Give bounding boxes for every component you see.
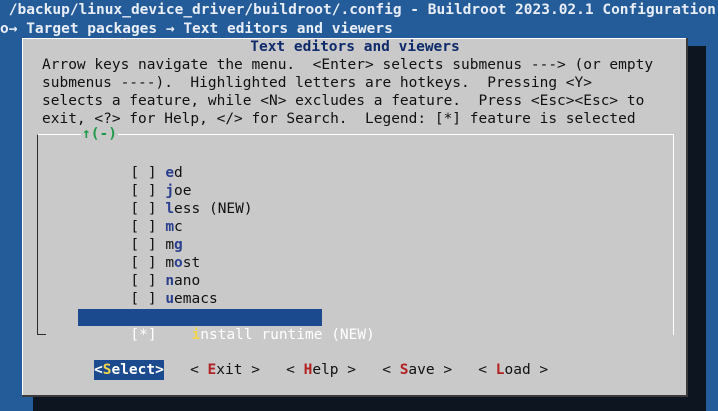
help-button[interactable]: < Help > <box>286 360 356 380</box>
menuconfig-dialog: Text editors and viewers Arrow keys navi… <box>22 38 688 397</box>
item-label-prefix <box>165 327 191 343</box>
help-text: Arrow keys navigate the menu. <Enter> se… <box>42 56 682 128</box>
load-button[interactable]: < Load > <box>478 360 548 380</box>
dialog-shadow-right <box>688 46 706 404</box>
menu-item-nano[interactable]: [ ] nano <box>78 254 678 289</box>
listbox-border-bottom <box>38 334 46 335</box>
menu-item-less[interactable]: [ ] less (NEW) <box>78 182 678 217</box>
menu-item-vim[interactable]: [*] vim <box>78 290 678 325</box>
scroll-up-indicator: ↑(-) <box>81 126 118 142</box>
menu-item-uemacs[interactable]: [ ] uemacs <box>78 272 678 307</box>
help-line: Arrow keys navigate the menu. <Enter> se… <box>42 57 654 73</box>
selection-highlight <box>78 309 322 326</box>
menu-item-mc[interactable]: [ ] mc <box>78 200 678 235</box>
help-line: exit, <?> for Help, </> for Search. Lege… <box>42 111 636 127</box>
dialog-shadow-bottom <box>33 397 706 411</box>
dialog-border-right <box>686 38 688 397</box>
dialog-border-left <box>22 38 23 397</box>
menu-item-ed[interactable]: [ ] ed <box>78 146 678 181</box>
select-button[interactable]: <Select> <box>94 360 164 380</box>
item-hotkey: i <box>191 327 201 343</box>
dialog-border-bottom <box>22 395 688 397</box>
item-label: nstall runtime (NEW) <box>200 327 375 343</box>
exit-button[interactable]: < Exit > <box>190 360 260 380</box>
save-button[interactable]: < Save > <box>382 360 452 380</box>
breadcrumb: o→ Target packages → Text editors and vi… <box>0 21 393 37</box>
menu-item-most[interactable]: [ ] most <box>78 236 678 271</box>
dialog-title: Text editors and viewers <box>250 39 460 55</box>
menu-item-install-runtime[interactable]: [*] install runtime (NEW) <box>78 308 678 343</box>
window-title: /backup/linux_device_driver/buildroot/.c… <box>0 2 716 18</box>
menu-item-joe[interactable]: [ ] joe <box>78 164 678 199</box>
button-bar: <Select> < Exit > < Help > < Save > < Lo… <box>94 360 548 380</box>
menu-items: [ ] ed [ ] joe [ ] less (NEW) [ ] mc [ ]… <box>78 146 678 343</box>
item-checkbox: [*] <box>130 327 166 343</box>
help-line: submenus ----). Highlighted letters are … <box>42 75 592 91</box>
help-line: selects a feature, while <N> excludes a … <box>42 93 645 109</box>
menu-item-mg[interactable]: [ ] mg <box>78 218 678 253</box>
